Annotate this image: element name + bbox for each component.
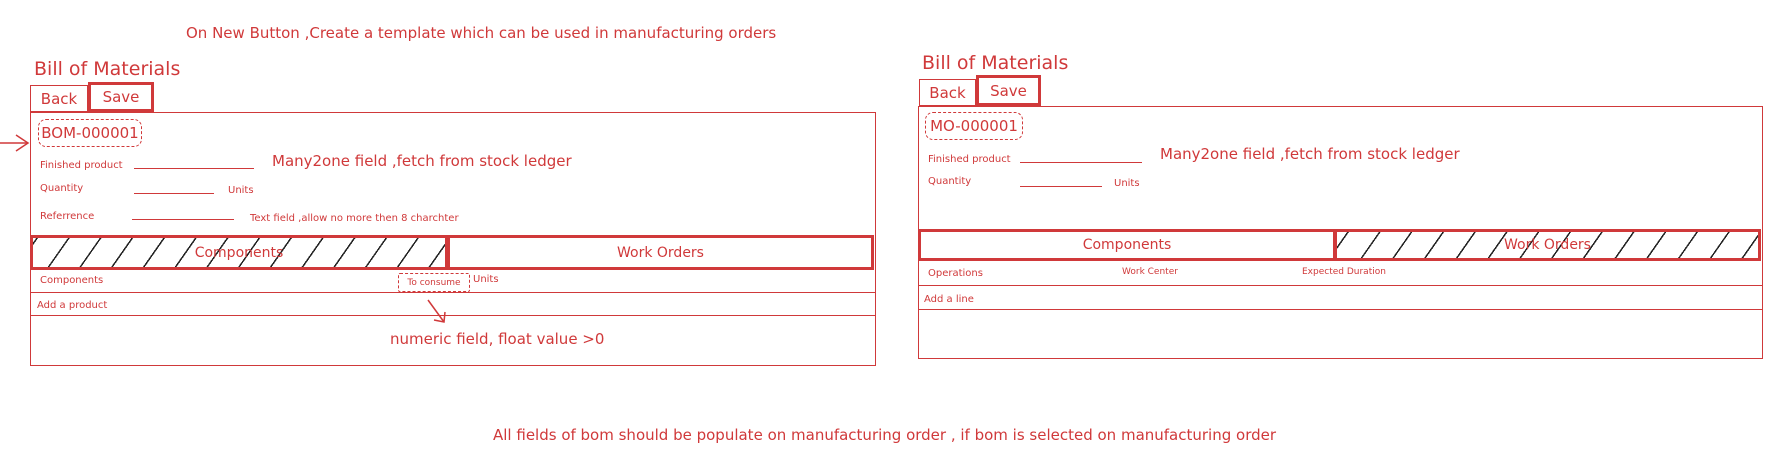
tab-work-orders-label: Work Orders <box>1504 237 1591 253</box>
save-button[interactable]: Save <box>88 82 154 112</box>
back-button[interactable]: Back <box>30 85 88 112</box>
finished-product-field[interactable] <box>1020 162 1142 163</box>
add-line-link[interactable]: Add a line <box>924 294 974 305</box>
tab-work-orders[interactable]: Work Orders <box>1334 229 1761 261</box>
divider <box>30 315 876 316</box>
back-button[interactable]: Back <box>919 79 976 106</box>
numeric-field-note: numeric field, float value >0 <box>390 330 605 348</box>
column-expected-duration: Expected Duration <box>1302 267 1386 277</box>
save-button[interactable]: Save <box>976 75 1041 106</box>
quantity-units: Units <box>228 185 254 196</box>
column-work-center: Work Center <box>1122 267 1178 277</box>
mo-reference-id: MO-000001 <box>925 112 1023 140</box>
reference-label: Referrence <box>40 211 95 222</box>
quantity-field[interactable] <box>134 193 214 194</box>
tab-components-label: Components <box>194 244 284 261</box>
add-product-link[interactable]: Add a product <box>37 300 107 311</box>
column-operations: Operations <box>928 268 983 279</box>
tab-components[interactable]: Components <box>918 229 1336 261</box>
bottom-annotation: All fields of bom should be populate on … <box>493 426 1277 444</box>
column-to-consume: To consume <box>398 273 470 292</box>
arrow-icon <box>0 134 30 152</box>
finished-product-label: Finished product <box>928 154 1011 165</box>
bom-title: Bill of Materials <box>34 58 181 80</box>
quantity-label: Quantity <box>40 183 84 194</box>
divider <box>918 285 1763 286</box>
arrow-icon <box>427 299 446 323</box>
divider <box>30 292 876 293</box>
finished-product-field[interactable] <box>134 168 254 169</box>
bom-reference-id: BOM-000001 <box>38 119 142 147</box>
divider <box>918 309 1763 310</box>
reference-field[interactable] <box>132 219 234 220</box>
finished-product-label: Finished product <box>40 160 123 171</box>
many2one-note: Many2one field ,fetch from stock ledger <box>1160 145 1460 163</box>
tab-work-orders-label: Work Orders <box>617 244 704 261</box>
quantity-field[interactable] <box>1020 186 1102 187</box>
quantity-units: Units <box>1114 178 1140 189</box>
many2one-note: Many2one field ,fetch from stock ledger <box>272 152 572 170</box>
mo-title: Bill of Materials <box>922 52 1069 74</box>
text-field-note: Text field ,allow no more then 8 charcht… <box>250 213 459 224</box>
column-units: Units <box>473 274 499 285</box>
tab-work-orders[interactable]: Work Orders <box>447 235 874 270</box>
tab-components-label: Components <box>1082 237 1172 253</box>
quantity-label: Quantity <box>928 176 972 187</box>
top-annotation: On New Button ,Create a template which c… <box>186 24 777 42</box>
column-components: Components <box>40 275 104 286</box>
tab-components[interactable]: Components <box>30 235 448 270</box>
